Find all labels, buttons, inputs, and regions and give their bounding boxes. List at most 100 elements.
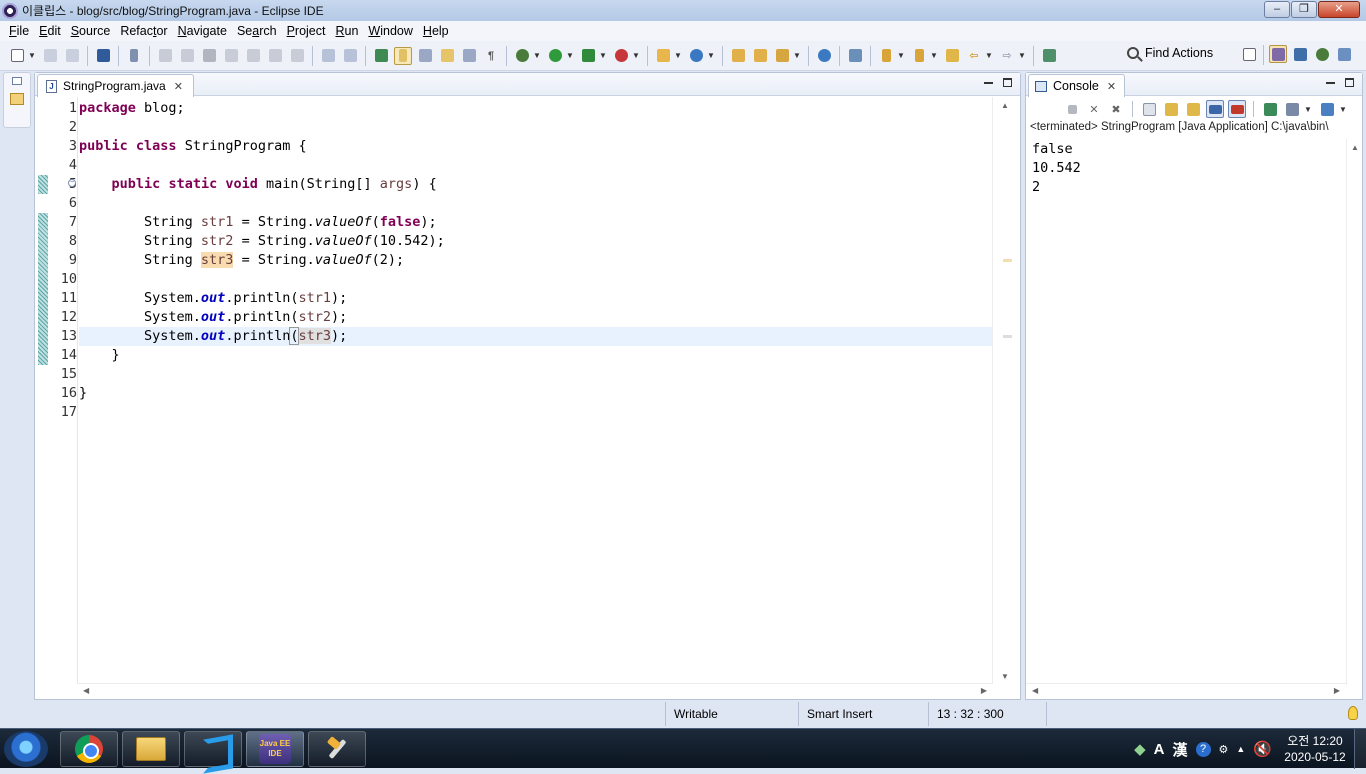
restore-icon[interactable]: [12, 77, 22, 85]
pilcrow-icon[interactable]: ¶: [482, 47, 500, 65]
overview-marker[interactable]: [1003, 259, 1012, 262]
code-line[interactable]: String str3 = String.valueOf(2);: [79, 251, 993, 270]
search-tool-dropdown-icon[interactable]: ▼: [793, 51, 801, 60]
annotation-icon[interactable]: [846, 47, 864, 65]
scroll-right-icon[interactable]: ▶: [1334, 686, 1340, 695]
ime-settings-icon[interactable]: ⚙: [1219, 743, 1229, 756]
code-line[interactable]: System.out.println(str3);: [79, 327, 993, 346]
new-icon[interactable]: [8, 47, 26, 65]
minimize-button[interactable]: –: [1264, 1, 1290, 18]
scroll-up-icon[interactable]: ▲: [1001, 101, 1009, 110]
close-icon[interactable]: ✕: [174, 80, 183, 93]
open-perspective-icon[interactable]: [1240, 45, 1258, 63]
console-output[interactable]: false 10.542 2: [1032, 140, 1081, 197]
next-annotation-icon[interactable]: [877, 47, 895, 65]
code-line[interactable]: System.out.println(str2);: [79, 308, 993, 327]
suspend-icon[interactable]: [178, 47, 196, 65]
console-vertical-scrollbar[interactable]: ▲: [1346, 139, 1362, 685]
coverage-dropdown-icon[interactable]: ▼: [599, 51, 607, 60]
scroll-left-icon[interactable]: ◀: [83, 686, 89, 695]
show-desktop-button[interactable]: [1354, 729, 1366, 769]
save-all-icon[interactable]: [63, 47, 81, 65]
minimize-icon[interactable]: [1326, 82, 1335, 84]
scroll-right-icon[interactable]: ▶: [981, 686, 987, 695]
clear-console-icon[interactable]: [1140, 100, 1158, 118]
close-icon[interactable]: ✕: [1107, 80, 1116, 93]
code-line[interactable]: }: [79, 346, 993, 365]
scroll-up-icon[interactable]: ▲: [1351, 143, 1359, 152]
menu-edit[interactable]: Edit: [34, 24, 66, 38]
console-horizontal-scrollbar[interactable]: ◀ ▶: [1026, 683, 1346, 699]
debug-perspective-icon[interactable]: [1313, 45, 1331, 63]
step-over-icon[interactable]: [266, 47, 284, 65]
pin-editor-icon[interactable]: [1040, 47, 1058, 65]
save-icon[interactable]: [41, 47, 59, 65]
scroll-down-icon[interactable]: ▼: [1001, 672, 1009, 681]
new-java-class-icon[interactable]: [687, 47, 705, 65]
status-insert-mode[interactable]: Smart Insert: [798, 702, 928, 726]
tools-taskbar-button[interactable]: [308, 731, 366, 767]
menu-project[interactable]: Project: [282, 24, 331, 38]
ime-alpha-indicator[interactable]: A: [1154, 741, 1165, 758]
show-console-on-stdout-icon[interactable]: [1206, 100, 1224, 118]
code-line[interactable]: [79, 365, 993, 384]
code-editor[interactable]: 1 2 3 4 5 6 7 8 9 10 11 12 13 14 15 16 1…: [35, 97, 993, 685]
new-java-project-icon[interactable]: [654, 47, 672, 65]
menu-run[interactable]: Run: [330, 24, 363, 38]
back-icon[interactable]: ⇦: [965, 47, 983, 65]
word-wrap-icon[interactable]: [1184, 100, 1202, 118]
maximize-icon[interactable]: [1003, 78, 1012, 87]
mark-occurrences-icon[interactable]: [394, 46, 412, 65]
last-edit-location-icon[interactable]: [943, 47, 961, 65]
start-button[interactable]: [4, 731, 48, 767]
disconnect-icon[interactable]: [222, 47, 240, 65]
java-ee-perspective-icon[interactable]: [1269, 45, 1287, 63]
help-icon[interactable]: ?: [1195, 741, 1211, 757]
code-line[interactable]: [79, 156, 993, 175]
fold-collapse-icon[interactable]: −: [68, 179, 76, 187]
new-dropdown-icon[interactable]: ▼: [28, 51, 36, 60]
close-button[interactable]: ✕: [1318, 1, 1360, 18]
minimize-icon[interactable]: [984, 82, 993, 84]
vertical-scrollbar[interactable]: ▲ ▼: [992, 97, 1020, 685]
scroll-lock-icon[interactable]: [1162, 100, 1180, 118]
remove-launch-icon[interactable]: ✕: [1085, 100, 1103, 118]
back-dropdown-icon[interactable]: ▼: [985, 51, 993, 60]
menu-navigate[interactable]: Navigate: [173, 24, 232, 38]
system-clock[interactable]: 오전 12:20 2020-05-12: [1276, 733, 1354, 765]
show-console-on-stderr-icon[interactable]: [1228, 100, 1246, 118]
maximize-button[interactable]: ❐: [1291, 1, 1317, 18]
code-line[interactable]: System.out.println(str1);: [79, 289, 993, 308]
source-code[interactable]: package blog; public class StringProgram…: [79, 99, 993, 422]
new-java-project-dropdown-icon[interactable]: ▼: [674, 51, 682, 60]
project-explorer-icon[interactable]: [10, 93, 24, 105]
previous-annotation-icon[interactable]: [910, 47, 928, 65]
debug-icon[interactable]: [513, 47, 531, 65]
open-console-icon[interactable]: [94, 47, 112, 65]
menu-help[interactable]: Help: [418, 24, 454, 38]
step-return-icon[interactable]: [288, 47, 306, 65]
external-tools-dropdown-icon[interactable]: ▼: [632, 51, 640, 60]
git-perspective-icon[interactable]: [1335, 45, 1353, 63]
maximize-icon[interactable]: [1345, 78, 1354, 87]
new-java-class-dropdown-icon[interactable]: ▼: [707, 51, 715, 60]
scroll-left-icon[interactable]: ◀: [1032, 686, 1038, 695]
eclipse-taskbar-button[interactable]: Java EE IDE: [246, 731, 304, 767]
drop-to-frame-icon[interactable]: [341, 47, 359, 65]
terminate-icon[interactable]: [1063, 100, 1081, 118]
menu-window[interactable]: Window: [363, 24, 417, 38]
use-step-filters-icon[interactable]: [319, 47, 337, 65]
editor-tab-stringprogram[interactable]: J StringProgram.java ✕: [37, 74, 194, 97]
word-wrap-icon[interactable]: [438, 47, 456, 65]
code-line[interactable]: }: [79, 384, 993, 403]
java-perspective-icon[interactable]: [1291, 45, 1309, 63]
previous-annotation-dropdown-icon[interactable]: ▼: [930, 51, 938, 60]
explorer-taskbar-button[interactable]: [122, 731, 180, 767]
remove-all-terminated-icon[interactable]: ✖: [1107, 100, 1125, 118]
vscode-taskbar-button[interactable]: [184, 731, 242, 767]
code-line[interactable]: [79, 403, 993, 422]
code-line[interactable]: public static void main(String[] args) {: [79, 175, 993, 194]
coverage-icon[interactable]: [579, 47, 597, 65]
find-actions-button[interactable]: Find Actions: [1127, 46, 1213, 60]
menu-source[interactable]: Source: [66, 24, 116, 38]
